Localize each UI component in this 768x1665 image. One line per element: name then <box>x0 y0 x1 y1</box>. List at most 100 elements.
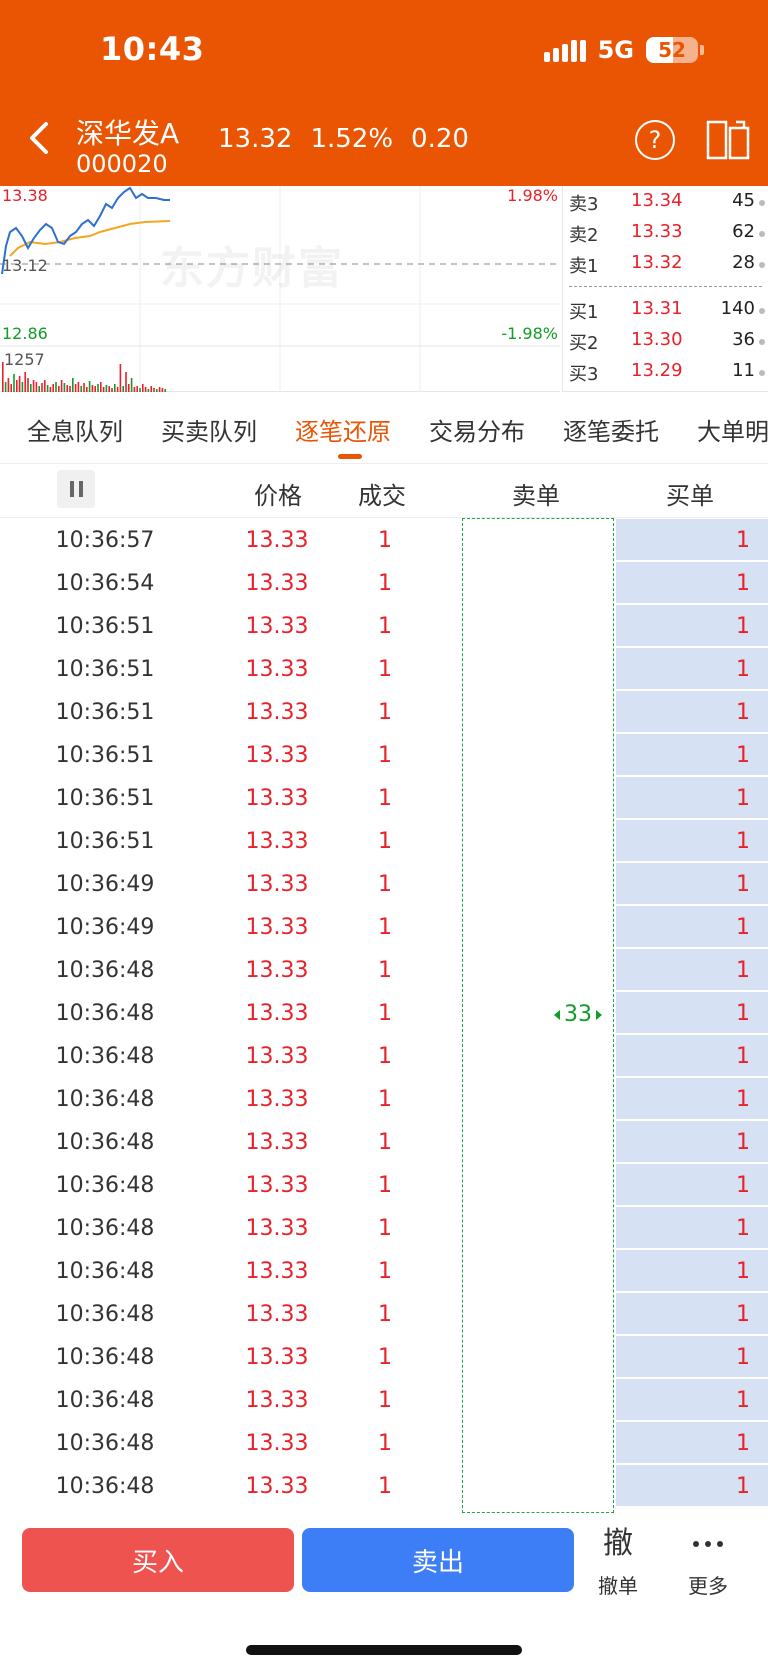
tab-tick-restore[interactable]: 逐笔还原 <box>295 412 391 447</box>
ask-1: 卖1 13.32 28 <box>563 252 768 282</box>
table-row[interactable]: 10:36:48 13.33 1 1 <box>0 1206 768 1249</box>
row-time: 10:36:51 <box>55 743 155 768</box>
volume-bar <box>44 380 46 392</box>
row-price: 13.33 <box>245 1259 309 1284</box>
tick-table[interactable]: 10:36:57 13.33 1 1 10:36:54 13.33 1 1 10:36:51 13… <box>0 518 768 1514</box>
volume-bar <box>32 380 35 392</box>
table-row[interactable]: 10:36:48 13.33 1 1 <box>0 1421 768 1464</box>
table-row[interactable]: 10:36:48 13.33 1 1 <box>0 1077 768 1120</box>
row-volume: 1 <box>378 872 392 897</box>
row-price: 13.33 <box>245 743 309 768</box>
row-time: 10:36:48 <box>55 958 155 983</box>
row-time: 10:36:48 <box>55 1216 155 1241</box>
volume-bar <box>125 372 127 392</box>
row-buy: 1 <box>736 1302 750 1327</box>
table-row[interactable]: 10:36:51 13.33 1 1 <box>0 733 768 776</box>
row-volume: 1 <box>378 1130 392 1155</box>
order-book[interactable]: 卖3 13.34 45 卖2 13.33 62 卖1 13.32 28 买1 1… <box>562 186 768 392</box>
row-buy-cell: 1 <box>616 820 768 861</box>
stock-quote: 13.32 1.52% 0.20 <box>218 124 469 154</box>
caret-right-icon <box>596 1009 602 1020</box>
table-row[interactable]: 10:36:48 13.33 1 1 <box>0 1034 768 1077</box>
row-volume: 1 <box>378 571 392 596</box>
row-time: 10:36:48 <box>55 1474 155 1499</box>
table-row[interactable]: 10:36:48 13.33 1 1 <box>0 991 768 1034</box>
buy-button[interactable]: 买入 <box>22 1528 294 1592</box>
table-row[interactable]: 10:36:51 13.33 1 1 <box>0 690 768 733</box>
volume-bar <box>114 384 116 392</box>
volume-bar <box>97 384 99 392</box>
row-volume: 1 <box>378 1345 392 1370</box>
row-buy-cell: 1 <box>616 734 768 775</box>
status-indicators: 5G 52 <box>543 36 704 64</box>
table-row[interactable]: 10:36:48 13.33 1 1 <box>0 1120 768 1163</box>
battery-level: 52 <box>658 38 686 62</box>
row-buy: 1 <box>736 1216 750 1241</box>
table-row[interactable]: 10:36:51 13.33 1 1 <box>0 647 768 690</box>
table-row[interactable]: 10:36:48 13.33 1 1 <box>0 948 768 991</box>
stock-name: 深华发A <box>76 117 180 150</box>
table-row[interactable]: 10:36:48 13.33 1 1 <box>0 1292 768 1335</box>
table-row[interactable]: 10:36:48 13.33 1 1 <box>0 1249 768 1292</box>
row-time: 10:36:48 <box>55 1431 155 1456</box>
row-time: 10:36:48 <box>55 1173 155 1198</box>
row-time: 10:36:48 <box>55 1345 155 1370</box>
table-row[interactable]: 10:36:48 13.33 1 1 <box>0 1163 768 1206</box>
ask-2: 卖2 13.33 62 <box>563 221 768 251</box>
row-volume: 1 <box>378 1302 392 1327</box>
row-buy-cell: 1 <box>616 691 768 732</box>
stock-change-pct: 1.52% <box>310 124 394 154</box>
tab-trade-distribution[interactable]: 交易分布 <box>429 412 525 447</box>
cancel-order-button[interactable]: 撤 撤单 <box>578 1524 658 1599</box>
row-price: 13.33 <box>245 700 309 725</box>
table-row[interactable]: 10:36:48 13.33 1 1 <box>0 1335 768 1378</box>
row-price: 13.33 <box>245 786 309 811</box>
watermark-logo: 东方财富 <box>160 243 344 294</box>
table-row[interactable]: 10:36:49 13.33 1 1 <box>0 862 768 905</box>
table-row[interactable]: 10:36:57 13.33 1 1 <box>0 518 768 561</box>
help-icon[interactable]: ? <box>635 120 675 160</box>
sell-button[interactable]: 卖出 <box>302 1528 574 1592</box>
row-time: 10:36:49 <box>55 872 155 897</box>
row-buy-cell: 1 <box>616 1207 768 1248</box>
table-row[interactable]: 10:36:49 13.33 1 1 <box>0 905 768 948</box>
row-volume: 1 <box>378 958 392 983</box>
tab-full-queue[interactable]: 全息队列 <box>27 412 123 447</box>
battery-cap <box>700 45 704 55</box>
back-chevron-icon[interactable] <box>20 118 60 158</box>
table-row[interactable]: 10:36:51 13.33 1 1 <box>0 776 768 819</box>
table-row[interactable]: 10:36:48 13.33 1 1 <box>0 1378 768 1421</box>
row-volume: 1 <box>378 657 392 682</box>
ask-3: 卖3 13.34 45 <box>563 190 768 220</box>
home-indicator <box>246 1645 522 1655</box>
row-volume: 1 <box>378 1087 392 1112</box>
volume-bar <box>7 378 10 392</box>
table-row[interactable]: 10:36:48 13.33 1 1 <box>0 1464 768 1507</box>
top-bar: 10:43 5G 52 深华发A 000020 13.32 1.52% 0.20… <box>0 0 768 186</box>
row-time: 10:36:57 <box>55 528 155 553</box>
volume-bar <box>13 374 15 392</box>
row-buy: 1 <box>736 915 750 940</box>
more-icon <box>668 1524 748 1564</box>
table-row[interactable]: 10:36:51 13.33 1 1 <box>0 819 768 862</box>
pause-button[interactable] <box>57 470 95 508</box>
table-row[interactable]: 10:36:54 13.33 1 1 <box>0 561 768 604</box>
row-buy: 1 <box>736 1001 750 1026</box>
row-buy-cell: 1 <box>616 1379 768 1420</box>
table-row[interactable]: 10:36:51 13.33 1 1 <box>0 604 768 647</box>
more-button[interactable]: 更多 <box>668 1524 748 1599</box>
tab-large-orders[interactable]: 大单明细 <box>697 412 768 447</box>
row-buy-cell: 1 <box>616 1422 768 1463</box>
row-volume: 1 <box>378 1259 392 1284</box>
row-price: 13.33 <box>245 571 309 596</box>
row-volume: 1 <box>378 1388 392 1413</box>
row-time: 10:36:49 <box>55 915 155 940</box>
row-time: 10:36:51 <box>55 829 155 854</box>
intraday-chart[interactable]: 东方财富 13.38 1.98% 13.12 12.86 -1.98% 1257 <box>0 186 560 392</box>
row-buy: 1 <box>736 700 750 725</box>
row-buy-cell: 1 <box>616 1121 768 1162</box>
tab-tick-orders[interactable]: 逐笔委托 <box>563 412 659 447</box>
tab-bid-ask-queue[interactable]: 买卖队列 <box>161 412 257 447</box>
split-screen-icon[interactable] <box>706 120 750 160</box>
volume-bar <box>100 382 102 392</box>
